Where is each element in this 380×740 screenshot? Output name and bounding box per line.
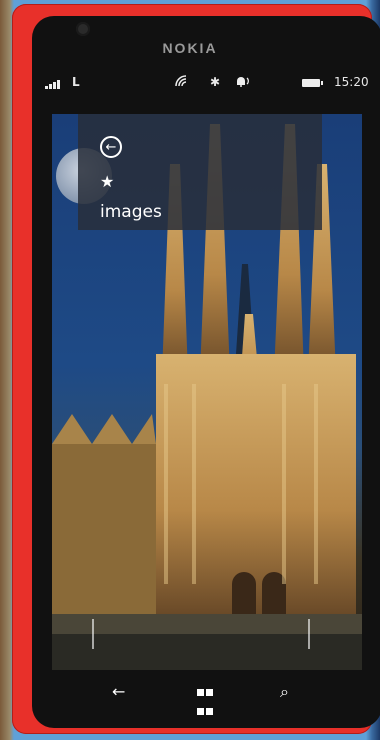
- bluetooth-icon: ✱: [210, 75, 221, 89]
- brand-logo: NOKIA: [162, 40, 218, 56]
- wifi-icon: [175, 75, 189, 90]
- front-camera: [76, 22, 90, 36]
- status-bar: L ✱ 15:20: [40, 72, 374, 94]
- nav-search-icon[interactable]: ⌕: [280, 682, 289, 702]
- carrier-label: L: [72, 75, 80, 89]
- navigation-bar: ← ⌕: [40, 676, 370, 715]
- signal-icon: [45, 75, 61, 89]
- images-label[interactable]: images: [100, 202, 162, 222]
- windows-start-icon[interactable]: [196, 682, 214, 720]
- battery-icon: [302, 79, 323, 87]
- image-overlay-panel: ← ★ images: [78, 114, 322, 230]
- status-time: 15:20: [334, 75, 369, 89]
- star-icon[interactable]: ★: [100, 172, 114, 191]
- ringer-icon: [235, 75, 251, 90]
- back-arrow-circle-icon[interactable]: ←: [100, 136, 122, 158]
- nav-back-icon[interactable]: ←: [112, 682, 125, 701]
